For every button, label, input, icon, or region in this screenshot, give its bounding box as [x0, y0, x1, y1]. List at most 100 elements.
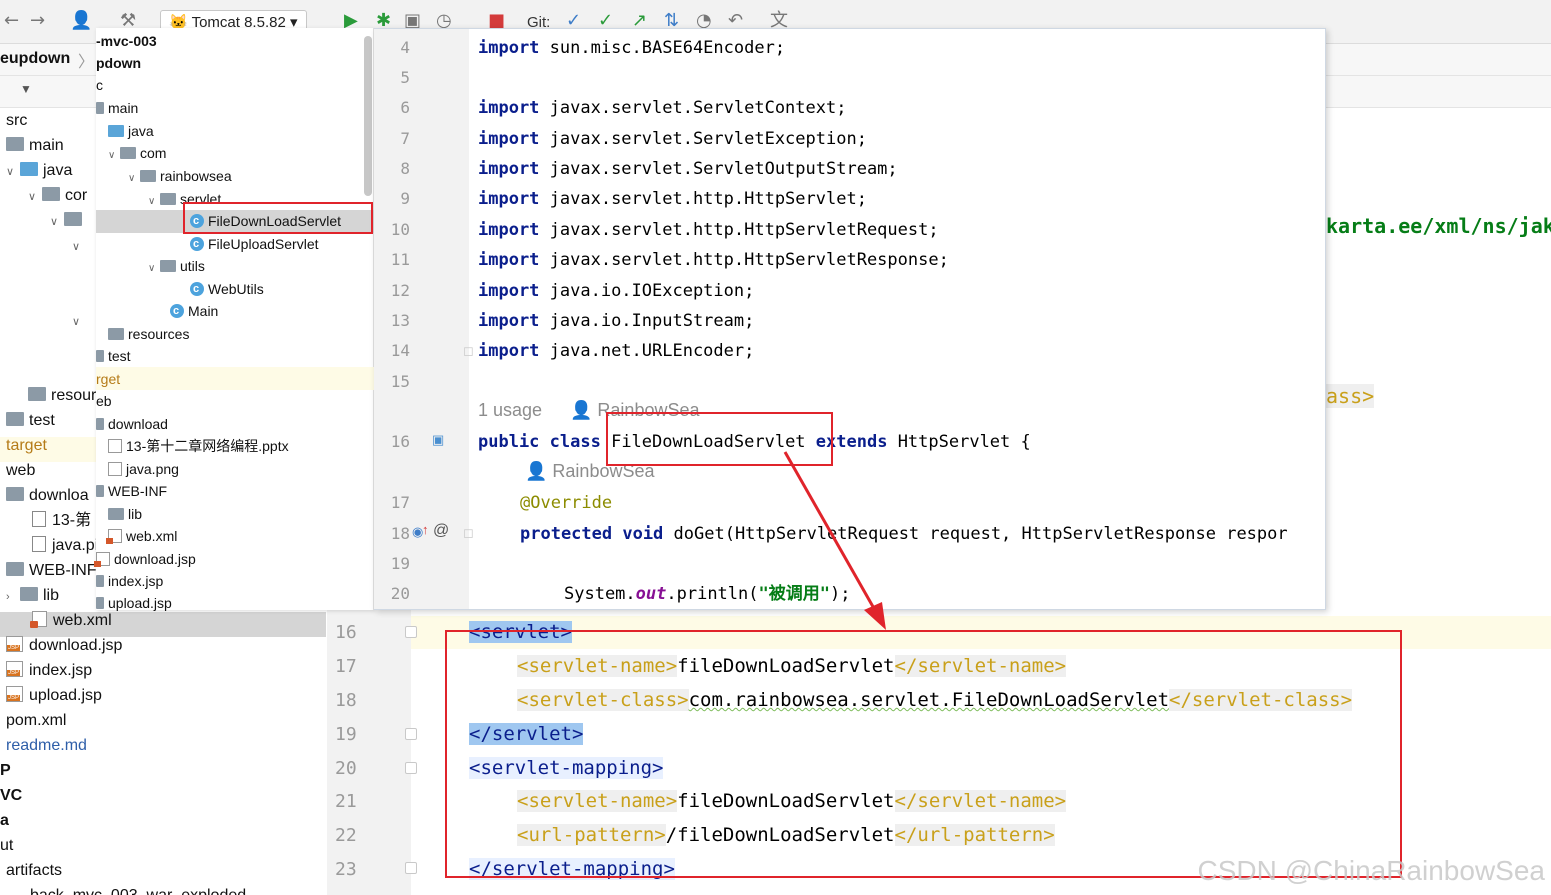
chevron-down-icon[interactable]: ∨ [28, 185, 42, 210]
watermark: CSDN @ChinaRainbowSea [1197, 855, 1545, 886]
tree-item-package[interactable]: ∨ [50, 208, 87, 233]
popup-item-src[interactable]: c [96, 74, 103, 96]
fold-marker-icon[interactable] [405, 762, 417, 774]
source-folder-icon [108, 125, 124, 137]
forward-arrow-icon[interactable]: → [30, 10, 45, 32]
line-number: 19 [335, 724, 357, 745]
highlight-box-class [606, 412, 833, 466]
override-annotation: @Override [520, 493, 613, 513]
popup-item-webutils[interactable]: WebUtils [190, 278, 264, 300]
tree-item-java[interactable]: ∨ java [6, 158, 72, 183]
popup-item-resources[interactable]: resources [108, 323, 189, 345]
fold-marker-icon[interactable] [405, 862, 417, 874]
line-number: 20 [335, 758, 357, 779]
folder-icon [108, 508, 124, 520]
tree-item-download-jsp[interactable]: download.jsp [6, 633, 122, 658]
chevron-down-icon[interactable]: ∨ [108, 145, 120, 167]
tree-item-exploded[interactable]: back_mvc_003_war_exploded [30, 883, 246, 895]
fold-marker-icon[interactable] [405, 728, 417, 740]
chevron-down-icon[interactable]: ▼ [20, 82, 32, 96]
popup-item-web[interactable]: eb [96, 390, 112, 412]
breadcrumb-project[interactable]: eupdown [0, 50, 70, 68]
fold-marker-icon[interactable]: ◻ [463, 343, 474, 359]
tree-item-lib[interactable]: › lib [6, 583, 59, 608]
popup-item-utils[interactable]: ∨ utils [148, 255, 205, 277]
tree-item-src[interactable]: src [6, 108, 27, 133]
popup-item-rainbowsea[interactable]: ∨ rainbowsea [128, 165, 232, 187]
fold-marker-icon[interactable]: ◻ [463, 525, 474, 541]
popup-item-java-png[interactable]: java.png [108, 458, 179, 480]
chevron-down-icon[interactable]: ∨ [6, 160, 20, 185]
person-icon: 👤 [525, 461, 553, 481]
tree-item-chevron-2[interactable]: ∨ [72, 308, 86, 333]
tree-item-web[interactable]: web [6, 458, 35, 483]
popup-item-target[interactable]: rget [96, 368, 120, 390]
tree-item-readme[interactable]: readme.md [6, 733, 87, 758]
chevron-down-icon[interactable]: ∨ [72, 310, 86, 335]
tree-item-index-jsp[interactable]: index.jsp [6, 658, 92, 683]
jsp-file-icon [6, 636, 23, 652]
chevron-down-icon[interactable]: ∨ [128, 168, 140, 190]
tree-item-web-inf[interactable]: WEB-INF [6, 558, 97, 583]
line-number: 21 [335, 791, 357, 812]
popup-item-upload-jsp[interactable]: upload.jsp [96, 592, 172, 614]
method-declaration-line: protected void doGet(HttpServletRequest … [520, 524, 1288, 544]
popup-item-java[interactable]: java [108, 120, 154, 142]
popup-item-web-xml[interactable]: web.xml [106, 525, 177, 547]
usage-hint[interactable]: 1 usage [478, 400, 542, 421]
line-number: 17 [335, 656, 357, 677]
chevron-down-icon[interactable]: ∨ [50, 210, 64, 235]
popup-item-project[interactable]: -mvc-003 [96, 30, 157, 52]
popup-item-module[interactable]: pdown [96, 52, 141, 74]
tree-item-chevron[interactable]: ∨ [72, 233, 86, 258]
tree-item-com[interactable]: ∨ cor [28, 183, 87, 208]
line-number: 18 [390, 524, 410, 543]
popup-item-main[interactable]: main [96, 97, 138, 119]
tree-item-ut[interactable]: ut [0, 833, 13, 858]
popup-item-test[interactable]: test [96, 345, 131, 367]
popup-item-main-class[interactable]: Main [170, 300, 218, 322]
line-number: 14 [390, 341, 410, 360]
jsp-file-icon [96, 575, 104, 587]
chevron-right-icon[interactable]: › [6, 585, 20, 610]
package-icon [160, 193, 176, 205]
line-number: 11 [390, 250, 410, 269]
popup-scrollbar[interactable] [364, 36, 372, 196]
package-icon [140, 170, 156, 182]
chevron-down-icon[interactable]: ∨ [148, 191, 160, 213]
annotation-icon: @ [433, 522, 450, 539]
source-folder-icon [20, 162, 38, 176]
servlet-icon[interactable]: ▣ [432, 432, 444, 448]
popup-item-pptx[interactable]: 13-第十二章网络编程.pptx [108, 435, 289, 457]
tree-item-resources[interactable]: resour [28, 383, 96, 408]
chevron-down-icon[interactable]: ∨ [148, 258, 160, 280]
back-arrow-icon[interactable]: ← [4, 10, 19, 32]
folder-icon [96, 485, 104, 497]
popup-item-lib[interactable]: lib [108, 503, 142, 525]
popup-item-index-jsp[interactable]: index.jsp [96, 570, 163, 592]
tree-item-download[interactable]: downloa [6, 483, 89, 508]
user-icon[interactable]: 👤 [70, 10, 92, 32]
tree-item-test[interactable]: test [6, 408, 55, 433]
tree-item-a[interactable]: a [0, 808, 9, 833]
tree-item-upload-jsp[interactable]: upload.jsp [6, 683, 102, 708]
tree-item-vc[interactable]: VC [0, 783, 22, 808]
popup-item-web-inf[interactable]: WEB-INF [96, 480, 167, 502]
tree-item-target[interactable]: target [6, 433, 47, 458]
folder-icon [96, 350, 104, 362]
popup-item-com[interactable]: ∨ com [108, 142, 166, 164]
unknown-file-icon [32, 511, 46, 527]
popup-item-download[interactable]: download [96, 413, 168, 435]
tree-item-pptx[interactable]: 13-第 [32, 508, 91, 533]
popup-item-fileuploadservlet[interactable]: FileUploadServlet [190, 233, 319, 255]
tree-item-java-png[interactable]: java.pi [32, 533, 98, 558]
implements-arrow-icon[interactable]: ↑ [422, 522, 429, 537]
tree-item-pom-xml[interactable]: pom.xml [6, 708, 66, 733]
tree-item-p[interactable]: P [0, 758, 11, 783]
tree-item-artifacts[interactable]: artifacts [6, 858, 62, 883]
popup-item-download-jsp[interactable]: download.jsp [94, 548, 196, 570]
tree-item-main[interactable]: main [6, 133, 64, 158]
chevron-down-icon[interactable]: ∨ [72, 235, 86, 260]
fold-marker-icon[interactable] [405, 626, 417, 638]
resources-folder-icon [108, 328, 124, 340]
